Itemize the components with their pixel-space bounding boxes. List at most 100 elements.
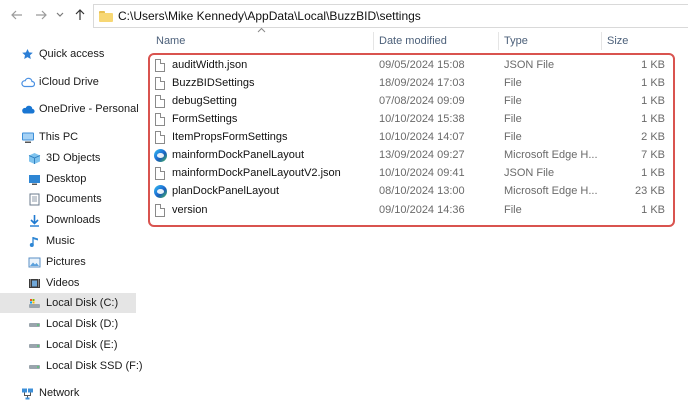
file-name: debugSetting	[172, 95, 237, 107]
drive-icon	[28, 360, 41, 373]
table-row[interactable]: mainformDockPanelLayoutV2.json 10/10/202…	[150, 165, 670, 183]
table-row[interactable]: debugSetting 07/08/2024 09:09 File 1 KB	[150, 93, 670, 111]
star-icon	[21, 48, 34, 61]
edge-icon	[154, 149, 167, 163]
file-icon	[155, 59, 166, 73]
file-size: 1 KB	[641, 204, 665, 216]
file-size: 7 KB	[641, 149, 665, 161]
column-header-type[interactable]: Type	[504, 30, 528, 52]
file-date: 09/05/2024 15:08	[379, 59, 465, 71]
file-size: 1 KB	[641, 77, 665, 89]
table-row[interactable]: ItemPropsFormSettings 10/10/2024 14:07 F…	[150, 129, 670, 147]
file-size: 23 KB	[635, 185, 665, 197]
file-type: JSON File	[504, 59, 555, 71]
address-path[interactable]: C:\Users\Mike Kennedy\AppData\Local\Buzz…	[118, 9, 421, 23]
arrow-up-icon[interactable]	[71, 6, 89, 24]
file-name: mainformDockPanelLayoutV2.json	[172, 167, 341, 179]
arrow-left-icon[interactable]	[8, 6, 26, 24]
file-type: Microsoft Edge H...	[504, 185, 598, 197]
file-type: Microsoft Edge H...	[504, 149, 598, 161]
file-name: ItemPropsFormSettings	[172, 131, 288, 143]
file-date: 09/10/2024 14:36	[379, 204, 465, 216]
drive-icon	[28, 339, 41, 352]
download-icon	[28, 214, 41, 227]
column-header-date-modified[interactable]: Date modified	[379, 30, 447, 52]
file-size: 1 KB	[641, 167, 665, 179]
sidebar-item-local-disk-c[interactable]: Local Disk (C:)	[0, 293, 136, 313]
drive-icon	[28, 318, 41, 331]
address-bar[interactable]: C:\Users\Mike Kennedy\AppData\Local\Buzz…	[93, 4, 688, 28]
chevron-down-icon[interactable]	[54, 6, 66, 24]
network-icon	[21, 387, 34, 400]
sidebar-item-local-disk-e[interactable]: Local Disk (E:)	[0, 335, 136, 355]
file-type: File	[504, 95, 522, 107]
arrow-right-icon[interactable]	[32, 6, 50, 24]
file-size: 1 KB	[641, 113, 665, 125]
cube-icon	[28, 152, 41, 165]
sidebar-item-documents[interactable]: Documents	[0, 189, 136, 209]
file-type: JSON File	[504, 167, 555, 179]
file-date: 10/10/2024 09:41	[379, 167, 465, 179]
file-name: FormSettings	[172, 113, 238, 125]
sidebar-item-pictures[interactable]: Pictures	[0, 252, 136, 272]
file-date: 08/10/2024 13:00	[379, 185, 465, 197]
sidebar-item-this-pc[interactable]: This PC	[0, 127, 136, 147]
table-row[interactable]: FormSettings 10/10/2024 15:38 File 1 KB	[150, 111, 670, 129]
sidebar-item-icloud-drive[interactable]: iCloud Drive	[0, 72, 136, 92]
file-size: 1 KB	[641, 95, 665, 107]
file-icon	[155, 95, 166, 109]
column-divider[interactable]	[373, 32, 374, 50]
desktop-icon	[28, 173, 41, 186]
documents-icon	[28, 193, 41, 206]
column-divider[interactable]	[601, 32, 602, 50]
sidebar-item-onedrive[interactable]: OneDrive - Personal	[0, 99, 139, 119]
file-size: 1 KB	[641, 59, 665, 71]
table-row[interactable]: planDockPanelLayout 08/10/2024 13:00 Mic…	[150, 183, 670, 201]
file-date: 18/09/2024 17:03	[379, 77, 465, 89]
sidebar-item-music[interactable]: Music	[0, 231, 136, 251]
file-type: File	[504, 131, 522, 143]
column-header-name[interactable]: Name	[156, 30, 185, 52]
computer-icon	[21, 131, 34, 144]
file-name: version	[172, 204, 208, 216]
sidebar-item-quick-access[interactable]: Quick access	[0, 44, 136, 64]
pictures-icon	[28, 256, 41, 269]
column-divider[interactable]	[498, 32, 499, 50]
table-row[interactable]: mainformDockPanelLayout 13/09/2024 09:27…	[150, 147, 670, 165]
sidebar-item-network[interactable]: Network	[0, 383, 136, 403]
folder-icon	[99, 10, 113, 22]
file-date: 10/10/2024 14:07	[379, 131, 465, 143]
table-row[interactable]: version 09/10/2024 14:36 File 1 KB	[150, 202, 670, 220]
file-icon	[155, 77, 166, 91]
sidebar-item-local-disk-f[interactable]: Local Disk SSD (F:)	[0, 356, 143, 376]
sidebar-item-videos[interactable]: Videos	[0, 273, 136, 293]
file-icon	[155, 131, 166, 145]
navigation-bar: C:\Users\Mike Kennedy\AppData\Local\Buzz…	[0, 0, 688, 30]
file-size: 2 KB	[641, 131, 665, 143]
file-name: auditWidth.json	[172, 59, 248, 71]
file-type: File	[504, 204, 522, 216]
sidebar-item-downloads[interactable]: Downloads	[0, 210, 136, 230]
file-name: planDockPanelLayout	[172, 185, 280, 197]
file-name: BuzzBIDSettings	[172, 77, 255, 89]
file-type: File	[504, 77, 522, 89]
file-date: 10/10/2024 15:38	[379, 113, 465, 125]
onedrive-cloud-icon	[21, 103, 35, 116]
file-icon	[155, 204, 166, 218]
file-name: mainformDockPanelLayout	[172, 149, 305, 161]
file-date: 07/08/2024 09:09	[379, 95, 465, 107]
sidebar-item-3d-objects[interactable]: 3D Objects	[0, 148, 136, 168]
edge-icon	[154, 185, 167, 199]
sidebar-item-local-disk-d[interactable]: Local Disk (D:)	[0, 314, 136, 334]
cloud-icon	[21, 76, 36, 89]
video-icon	[28, 277, 41, 290]
table-row[interactable]: auditWidth.json 09/05/2024 15:08 JSON Fi…	[150, 57, 670, 75]
drive-icon	[28, 297, 41, 310]
sidebar-item-desktop[interactable]: Desktop	[0, 169, 136, 189]
sort-ascending-icon	[257, 25, 266, 35]
file-date: 13/09/2024 09:27	[379, 149, 465, 161]
music-icon	[28, 235, 41, 248]
table-row[interactable]: BuzzBIDSettings 18/09/2024 17:03 File 1 …	[150, 75, 670, 93]
file-type: File	[504, 113, 522, 125]
column-header-size[interactable]: Size	[607, 30, 628, 52]
